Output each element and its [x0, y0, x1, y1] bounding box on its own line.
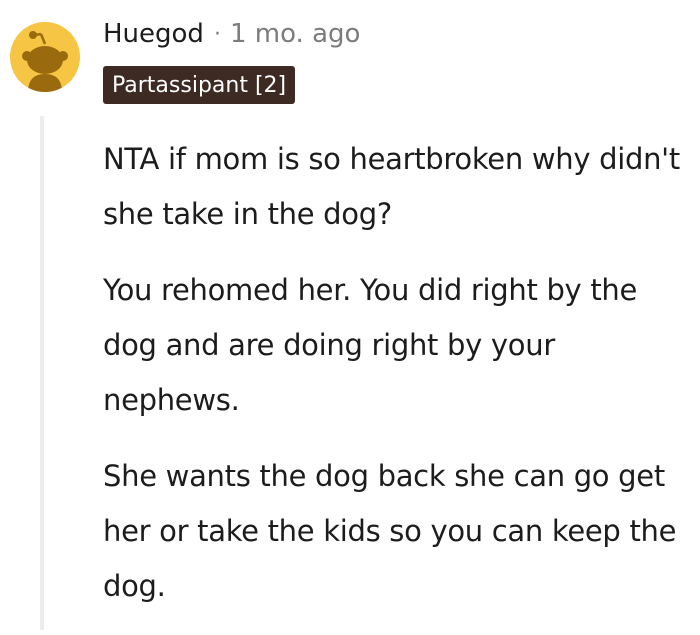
thread-collapse-line[interactable]	[40, 116, 44, 630]
comment-paragraph: She wants the dog back she can go get he…	[103, 459, 677, 603]
timestamp[interactable]: 1 mo. ago	[230, 19, 360, 49]
comment-meta: Huegod · 1 mo. ago	[103, 15, 360, 53]
username[interactable]: Huegod	[103, 19, 204, 49]
user-flair: Partassipant [2]	[103, 66, 296, 104]
comment-body: NTA if mom is so heartbroken why didn't …	[103, 132, 693, 635]
comment: Huegod · 1 mo. ago Partassipant [2] NTA …	[0, 0, 700, 630]
comment-paragraph: You rehomed her. You did right by the do…	[103, 273, 638, 417]
reddit-snoo-icon	[22, 31, 68, 92]
meta-separator: ·	[213, 21, 221, 47]
comment-paragraph: NTA if mom is so heartbroken why didn't …	[103, 142, 680, 231]
avatar[interactable]	[10, 22, 80, 92]
